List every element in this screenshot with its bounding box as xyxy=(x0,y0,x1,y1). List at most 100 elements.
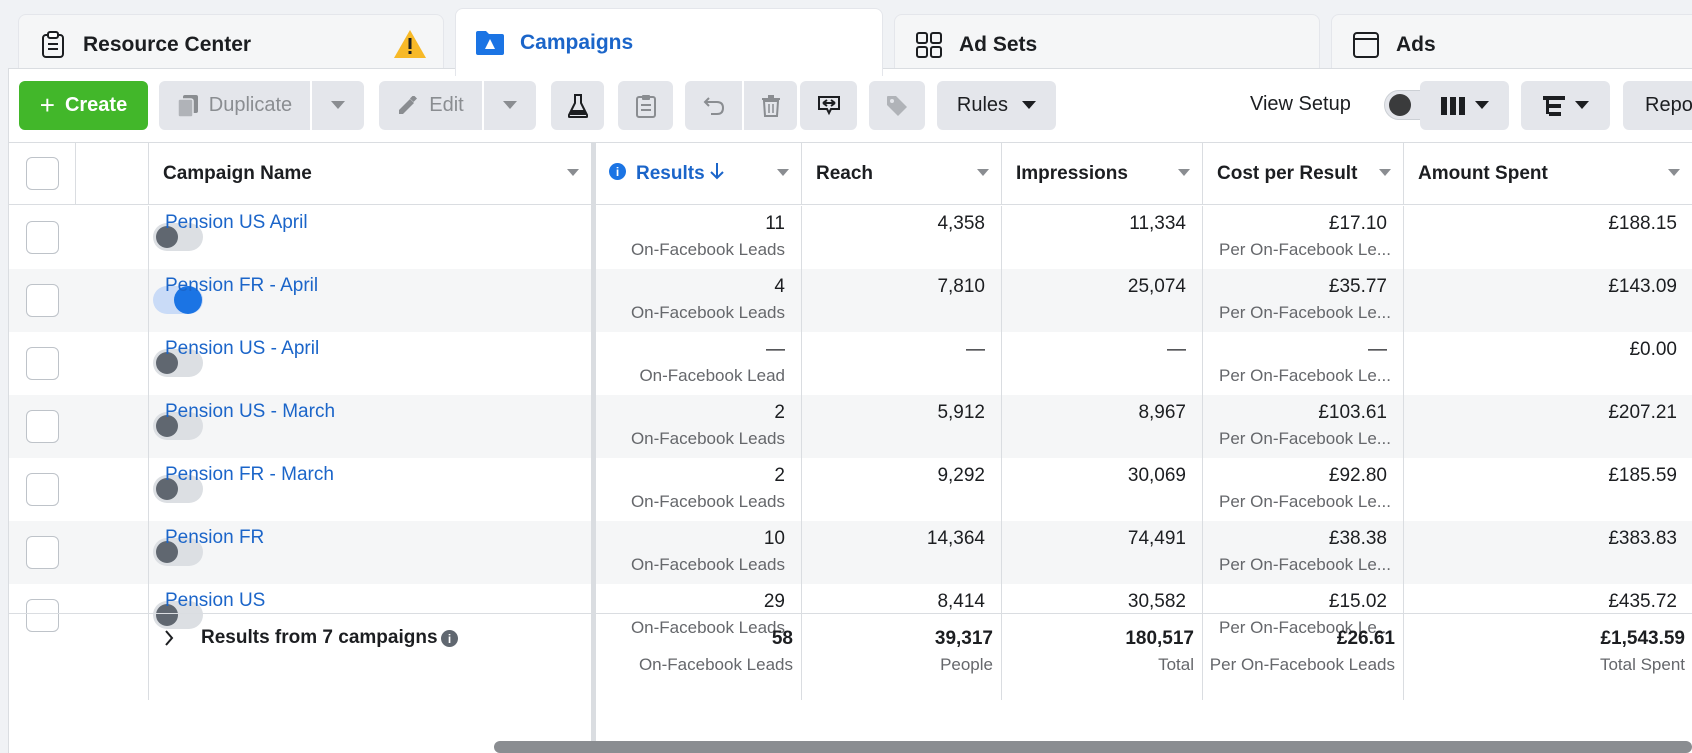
clipboard-icon xyxy=(37,29,69,61)
edit-button[interactable]: Edit xyxy=(379,81,482,130)
caret-down-icon xyxy=(503,101,517,110)
rules-button[interactable]: Rules xyxy=(937,81,1056,130)
table-row[interactable]: Pension FR 10 On-Facebook Leads 14,364 7… xyxy=(9,521,1692,584)
impressions-value: 11,334 xyxy=(1129,213,1186,234)
delete-button[interactable] xyxy=(744,81,797,130)
columns-button[interactable] xyxy=(1420,81,1509,130)
horizontal-scrollbar[interactable] xyxy=(494,741,1692,753)
totals-reach-cell: 39,317 People xyxy=(802,614,1002,700)
table-row[interactable]: Pension US - March 2 On-Facebook Leads 5… xyxy=(9,395,1692,458)
campaign-name-cell: Pension US - March xyxy=(149,395,595,458)
header-reach[interactable]: Reach xyxy=(802,143,1002,205)
folder-icon xyxy=(474,27,506,59)
header-impressions[interactable]: Impressions xyxy=(1002,143,1203,205)
campaign-name-link[interactable]: Pension FR xyxy=(165,527,264,549)
campaign-name-link[interactable]: Pension US - March xyxy=(165,401,335,423)
reach-cell: — xyxy=(802,332,1002,395)
ab-test-button[interactable] xyxy=(551,81,604,130)
header-cost-per-result[interactable]: Cost per Result xyxy=(1203,143,1404,205)
caret-down-icon[interactable] xyxy=(977,169,989,176)
cost-per-result-subtext: Per On-Facebook Le... xyxy=(1219,429,1391,448)
clipboard-button[interactable] xyxy=(618,81,673,130)
amount-spent-value: £188.15 xyxy=(1608,213,1677,234)
info-icon[interactable]: i xyxy=(609,163,626,180)
select-all-checkbox[interactable] xyxy=(26,157,59,190)
tag-icon xyxy=(886,95,908,117)
cost-per-result-cell: £103.61 Per On-Facebook Le... xyxy=(1203,395,1404,458)
reports-button[interactable]: Reports xyxy=(1623,81,1692,130)
caret-down-icon[interactable] xyxy=(567,169,579,176)
compare-icon xyxy=(817,95,841,117)
flask-icon xyxy=(567,93,588,118)
header-amount-spent[interactable]: Amount Spent xyxy=(1404,143,1692,205)
row-checkbox[interactable] xyxy=(26,284,59,317)
totals-results-value: 58 xyxy=(771,628,793,649)
row-toggle-cell xyxy=(76,521,203,584)
results-subtext: On-Facebook Leads xyxy=(630,555,785,574)
create-button[interactable]: + Create xyxy=(19,81,148,130)
campaign-name-link[interactable]: Pension FR - April xyxy=(165,275,318,297)
pencil-icon xyxy=(397,95,418,116)
undo-button[interactable] xyxy=(685,81,742,130)
header-campaign-name[interactable]: Campaign Name xyxy=(149,143,592,205)
totals-results-sub: On-Facebook Leads xyxy=(638,655,793,674)
rules-label: Rules xyxy=(956,94,1009,116)
totals-empty-cell xyxy=(76,614,149,700)
row-select-cell xyxy=(9,395,76,458)
results-cell: 11 On-Facebook Leads xyxy=(595,206,802,269)
table-row[interactable]: Pension FR - April 4 On-Facebook Leads 7… xyxy=(9,269,1692,332)
edit-dropdown-button[interactable] xyxy=(484,81,536,130)
frozen-column-divider[interactable] xyxy=(591,143,596,753)
caret-down-icon[interactable] xyxy=(1668,169,1680,176)
tab-label: Ads xyxy=(1396,32,1436,56)
cost-per-result-value: £17.10 xyxy=(1328,213,1387,234)
duplicate-button[interactable]: Duplicate xyxy=(159,81,310,130)
duplicate-dropdown-button[interactable] xyxy=(312,81,364,130)
cost-per-result-subtext: Per On-Facebook Le... xyxy=(1219,240,1391,259)
row-checkbox[interactable] xyxy=(26,410,59,443)
caret-down-icon[interactable] xyxy=(1178,169,1190,176)
tab-campaigns[interactable]: Campaigns xyxy=(455,8,883,76)
tab-ads[interactable]: Ads xyxy=(1331,14,1692,74)
campaign-name-link[interactable]: Pension US April xyxy=(165,212,308,234)
row-checkbox[interactable] xyxy=(26,536,59,569)
results-value: 10 xyxy=(763,528,785,549)
row-checkbox[interactable] xyxy=(26,221,59,254)
tab-resource-center[interactable]: Resource Center xyxy=(18,14,444,74)
totals-spent-cell: £1,543.59 Total Spent xyxy=(1404,614,1692,700)
tag-button[interactable] xyxy=(869,81,925,130)
table-row[interactable]: Pension US - April — On-Facebook Lead — … xyxy=(9,332,1692,395)
cost-per-result-cell: — Per On-Facebook Le... xyxy=(1203,332,1404,395)
table-row[interactable]: Pension US April 11 On-Facebook Leads 4,… xyxy=(9,206,1692,269)
warning-icon[interactable] xyxy=(393,29,427,64)
duplicate-icon xyxy=(177,94,199,118)
header-results[interactable]: i Results xyxy=(595,143,802,205)
campaign-name-link[interactable]: Pension US - April xyxy=(165,338,319,360)
amount-spent-value: £185.59 xyxy=(1608,465,1677,486)
tab-ad-sets[interactable]: Ad Sets xyxy=(894,14,1320,74)
results-value: 11 xyxy=(765,213,785,234)
cost-per-result-subtext: Per On-Facebook Le... xyxy=(1219,555,1391,574)
campaign-name-link[interactable]: Pension FR - March xyxy=(165,464,334,486)
impressions-cell: — xyxy=(1002,332,1203,395)
row-checkbox[interactable] xyxy=(26,347,59,380)
duplicate-label: Duplicate xyxy=(208,94,293,116)
table-row[interactable]: Pension FR - March 2 On-Facebook Leads 9… xyxy=(9,458,1692,521)
chevron-right-icon[interactable] xyxy=(164,630,174,651)
ad-frame-icon xyxy=(1350,29,1382,61)
results-subtext: On-Facebook Leads xyxy=(630,492,785,511)
campaign-name-link[interactable]: Pension US xyxy=(165,590,265,612)
amount-spent-cell: £185.59 xyxy=(1404,458,1692,521)
info-icon[interactable]: i xyxy=(441,630,458,647)
tab-bar: Resource Center Campaigns Ad Sets Ads xyxy=(0,0,1692,76)
breakdown-button[interactable] xyxy=(1521,81,1610,130)
compare-button[interactable] xyxy=(800,81,857,130)
row-checkbox[interactable] xyxy=(26,473,59,506)
caret-down-icon[interactable] xyxy=(777,169,789,176)
tab-label: Resource Center xyxy=(83,32,252,56)
reach-cell: 9,292 xyxy=(802,458,1002,521)
trash-icon xyxy=(761,94,781,117)
amount-spent-value: £207.21 xyxy=(1608,402,1677,423)
reach-cell: 7,810 xyxy=(802,269,1002,332)
caret-down-icon[interactable] xyxy=(1379,169,1391,176)
